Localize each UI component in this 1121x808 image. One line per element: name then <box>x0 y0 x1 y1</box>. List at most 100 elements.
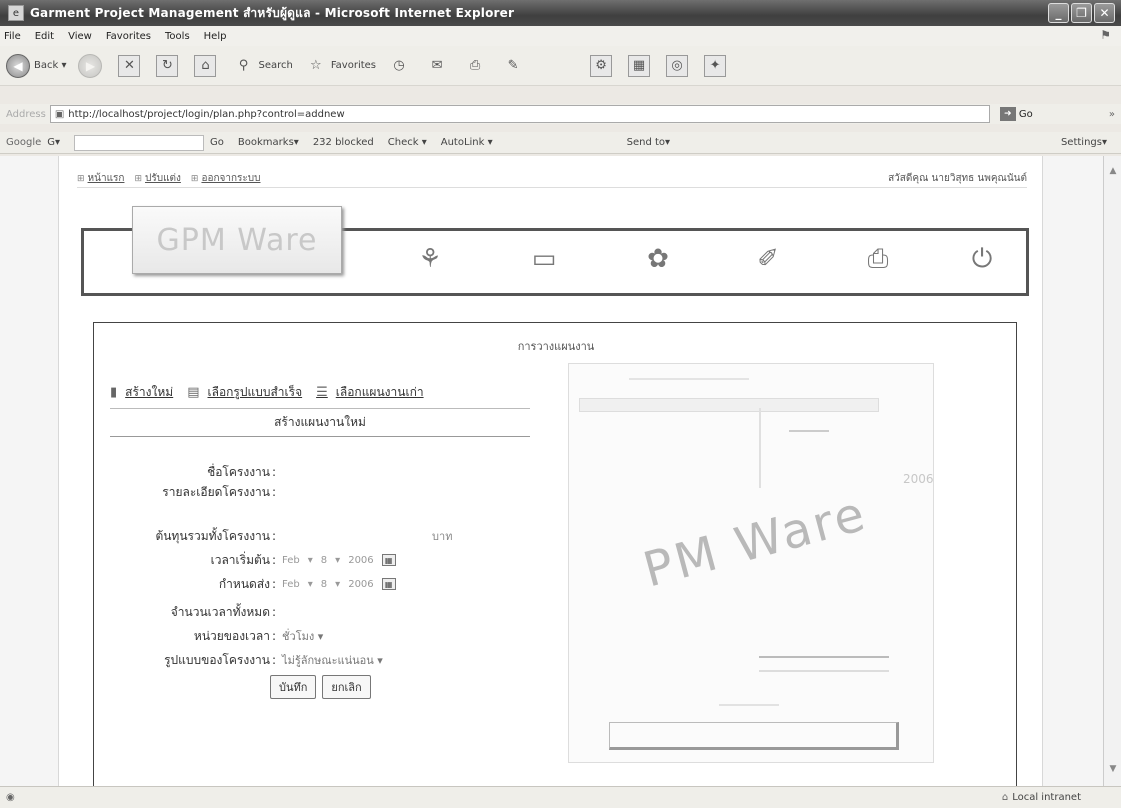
autolink[interactable]: AutoLink ▾ <box>441 137 493 148</box>
tab-template[interactable]: ▤ เลือกรูปแบบสำเร็จ <box>187 383 302 402</box>
planning-icon[interactable]: ⚘ <box>412 241 448 277</box>
google-bookmarks[interactable]: Bookmarks▾ <box>238 137 299 148</box>
security-zone: ⌂ Local intranet <box>1002 792 1081 803</box>
pin-icon[interactable]: ✐ <box>750 241 786 277</box>
address-input[interactable]: ▣ http://localhost/project/login/plan.ph… <box>49 105 990 123</box>
printer-icon[interactable]: ⎙ <box>860 241 896 277</box>
research-icon: ▦ <box>628 54 651 77</box>
history-button[interactable]: ◷ <box>388 55 414 77</box>
home-link-icon: ⊞ <box>77 173 85 184</box>
home-link[interactable]: หน้าแรก <box>88 171 125 186</box>
go-button[interactable]: ➜ Go <box>999 107 1033 121</box>
menu-help[interactable]: Help <box>204 31 227 42</box>
calendar-icon[interactable]: ▦ <box>381 554 396 566</box>
maximize-button[interactable]: ❐ <box>1071 3 1092 23</box>
project-name-input[interactable] <box>282 465 462 479</box>
mail-button[interactable]: ✉ <box>426 55 452 77</box>
project-detail-label: รายละเอียดโครงงาน <box>162 484 270 499</box>
search-button[interactable]: ⚲ Search <box>232 55 293 77</box>
print-button[interactable]: ⎙ <box>464 55 490 77</box>
menu-bar: File Edit View Favorites Tools Help ⚑ <box>0 26 1121 46</box>
status-bar: ◉ ⌂ Local intranet <box>0 786 1121 808</box>
header-banner: GPM Ware ⚘ ▭ ✿ ✐ ⎙ ⏻ <box>81 206 1029 296</box>
start-date-row: เวลาเริ่มต้น: Feb ▾ 8 ▾ 2006 ▦ <box>110 551 396 569</box>
forward-arrow-icon: ▶ <box>78 53 103 78</box>
project-detail-input[interactable] <box>282 485 462 499</box>
home-button[interactable]: ⌂ <box>194 54 220 77</box>
messenger-button[interactable]: ◎ <box>666 54 692 77</box>
edit-icon: ✎ <box>507 58 519 73</box>
close-button[interactable]: ✕ <box>1094 3 1115 23</box>
total-cost-input[interactable] <box>282 529 432 543</box>
preview-line <box>759 656 889 658</box>
project-type-label: รูปแบบของโครงงาน <box>164 652 270 667</box>
total-cost-label: ต้นทุนรวมทั้งโครงงาน <box>155 528 270 543</box>
spell-check[interactable]: Check ▾ <box>388 137 427 148</box>
start-month-select[interactable]: Feb <box>282 555 300 566</box>
total-time-input[interactable] <box>282 605 402 619</box>
refresh-button[interactable]: ↻ <box>156 54 182 77</box>
star-icon: ☆ <box>310 58 322 73</box>
window-titlebar[interactable]: e Garment Project Management สำหรับผู้ดู… <box>0 0 1121 26</box>
back-label: Back <box>34 60 59 71</box>
time-unit-select[interactable]: ชั่วโมง ▾ <box>282 627 323 645</box>
popup-blocked[interactable]: 232 blocked <box>313 137 374 148</box>
tab-old-plan[interactable]: ☰ เลือกแผนงานเก่า <box>316 383 423 402</box>
back-button[interactable]: ◀ Back ▾ <box>6 53 66 78</box>
links-chevron[interactable]: » <box>1109 109 1115 120</box>
preview-line <box>719 704 779 706</box>
forward-button[interactable]: ▶ <box>78 53 106 78</box>
profile-link[interactable]: ปรับแต่ง <box>145 171 181 186</box>
refresh-icon: ↻ <box>156 54 179 77</box>
power-icon[interactable]: ⏻ <box>964 241 1000 277</box>
menu-view[interactable]: View <box>68 31 92 42</box>
project-type-select[interactable]: ไม่รู้ลักษณะแน่นอน ▾ <box>282 651 383 669</box>
discuss-button[interactable]: ✦ <box>704 54 730 77</box>
start-year-select[interactable]: 2006 <box>348 555 373 566</box>
cancel-button[interactable]: ยกเลิก <box>322 675 371 699</box>
stop-button[interactable]: ✕ <box>118 54 144 77</box>
calendar-icon[interactable]: ▦ <box>381 578 396 590</box>
menu-edit[interactable]: Edit <box>35 31 54 42</box>
vertical-scrollbar[interactable]: ▲ ▼ <box>1103 156 1121 786</box>
menu-favorites[interactable]: Favorites <box>106 31 151 42</box>
due-month-select[interactable]: Feb <box>282 579 300 590</box>
search-label: Search <box>258 60 293 71</box>
send-to[interactable]: Send to▾ <box>627 137 670 148</box>
template-icon: ▤ <box>187 385 200 400</box>
go-label: Go <box>1018 108 1033 120</box>
intranet-icon: ⌂ <box>1001 792 1009 803</box>
page-status-icon: ◉ <box>6 792 15 803</box>
history-icon: ◷ <box>393 58 405 73</box>
profile-link-icon: ⊞ <box>134 173 143 184</box>
start-day-select[interactable]: 8 <box>321 555 327 566</box>
due-day-select[interactable]: 8 <box>321 579 327 590</box>
scroll-up-icon[interactable]: ▲ <box>1106 166 1120 180</box>
cost-unit: บาท <box>432 530 453 543</box>
research-button[interactable]: ▦ <box>628 54 654 77</box>
window-icon[interactable]: ▭ <box>526 241 562 277</box>
due-year-select[interactable]: 2006 <box>348 579 373 590</box>
google-search-input[interactable] <box>74 134 205 151</box>
google-go-button[interactable]: Go <box>210 137 224 148</box>
menu-file[interactable]: File <box>4 31 21 42</box>
address-label: Address <box>6 108 46 120</box>
edit-button[interactable]: ✎ <box>502 55 528 77</box>
google-menu[interactable]: G▾ <box>47 137 60 148</box>
total-time-row: จำนวนเวลาทั้งหมด: <box>110 603 402 621</box>
logout-link[interactable]: ออกจากระบบ <box>201 171 260 186</box>
scroll-down-icon[interactable]: ▼ <box>1106 764 1120 778</box>
home-icon: ⌂ <box>194 54 217 77</box>
favorites-button[interactable]: ☆ Favorites <box>305 55 376 77</box>
google-settings[interactable]: Settings▾ <box>1061 137 1107 148</box>
minimize-button[interactable]: _ <box>1048 3 1069 23</box>
logo-text: GPM Ware <box>156 222 318 258</box>
plan-options: ▮ สร้างใหม่ ▤ เลือกรูปแบบสำเร็จ ☰ เลือกแ… <box>110 383 530 437</box>
welcome-text: สวัสดีคุณ นายวิสุทธ นพคุณนันต์ <box>888 173 1027 184</box>
menu-tools[interactable]: Tools <box>165 31 190 42</box>
google-logo[interactable]: Google <box>6 137 41 148</box>
tab-new[interactable]: ▮ สร้างใหม่ <box>110 383 173 402</box>
tools-button[interactable]: ⚙ <box>590 54 616 77</box>
puzzle-icon[interactable]: ✿ <box>640 241 676 277</box>
save-button[interactable]: บันทึก <box>270 675 317 699</box>
